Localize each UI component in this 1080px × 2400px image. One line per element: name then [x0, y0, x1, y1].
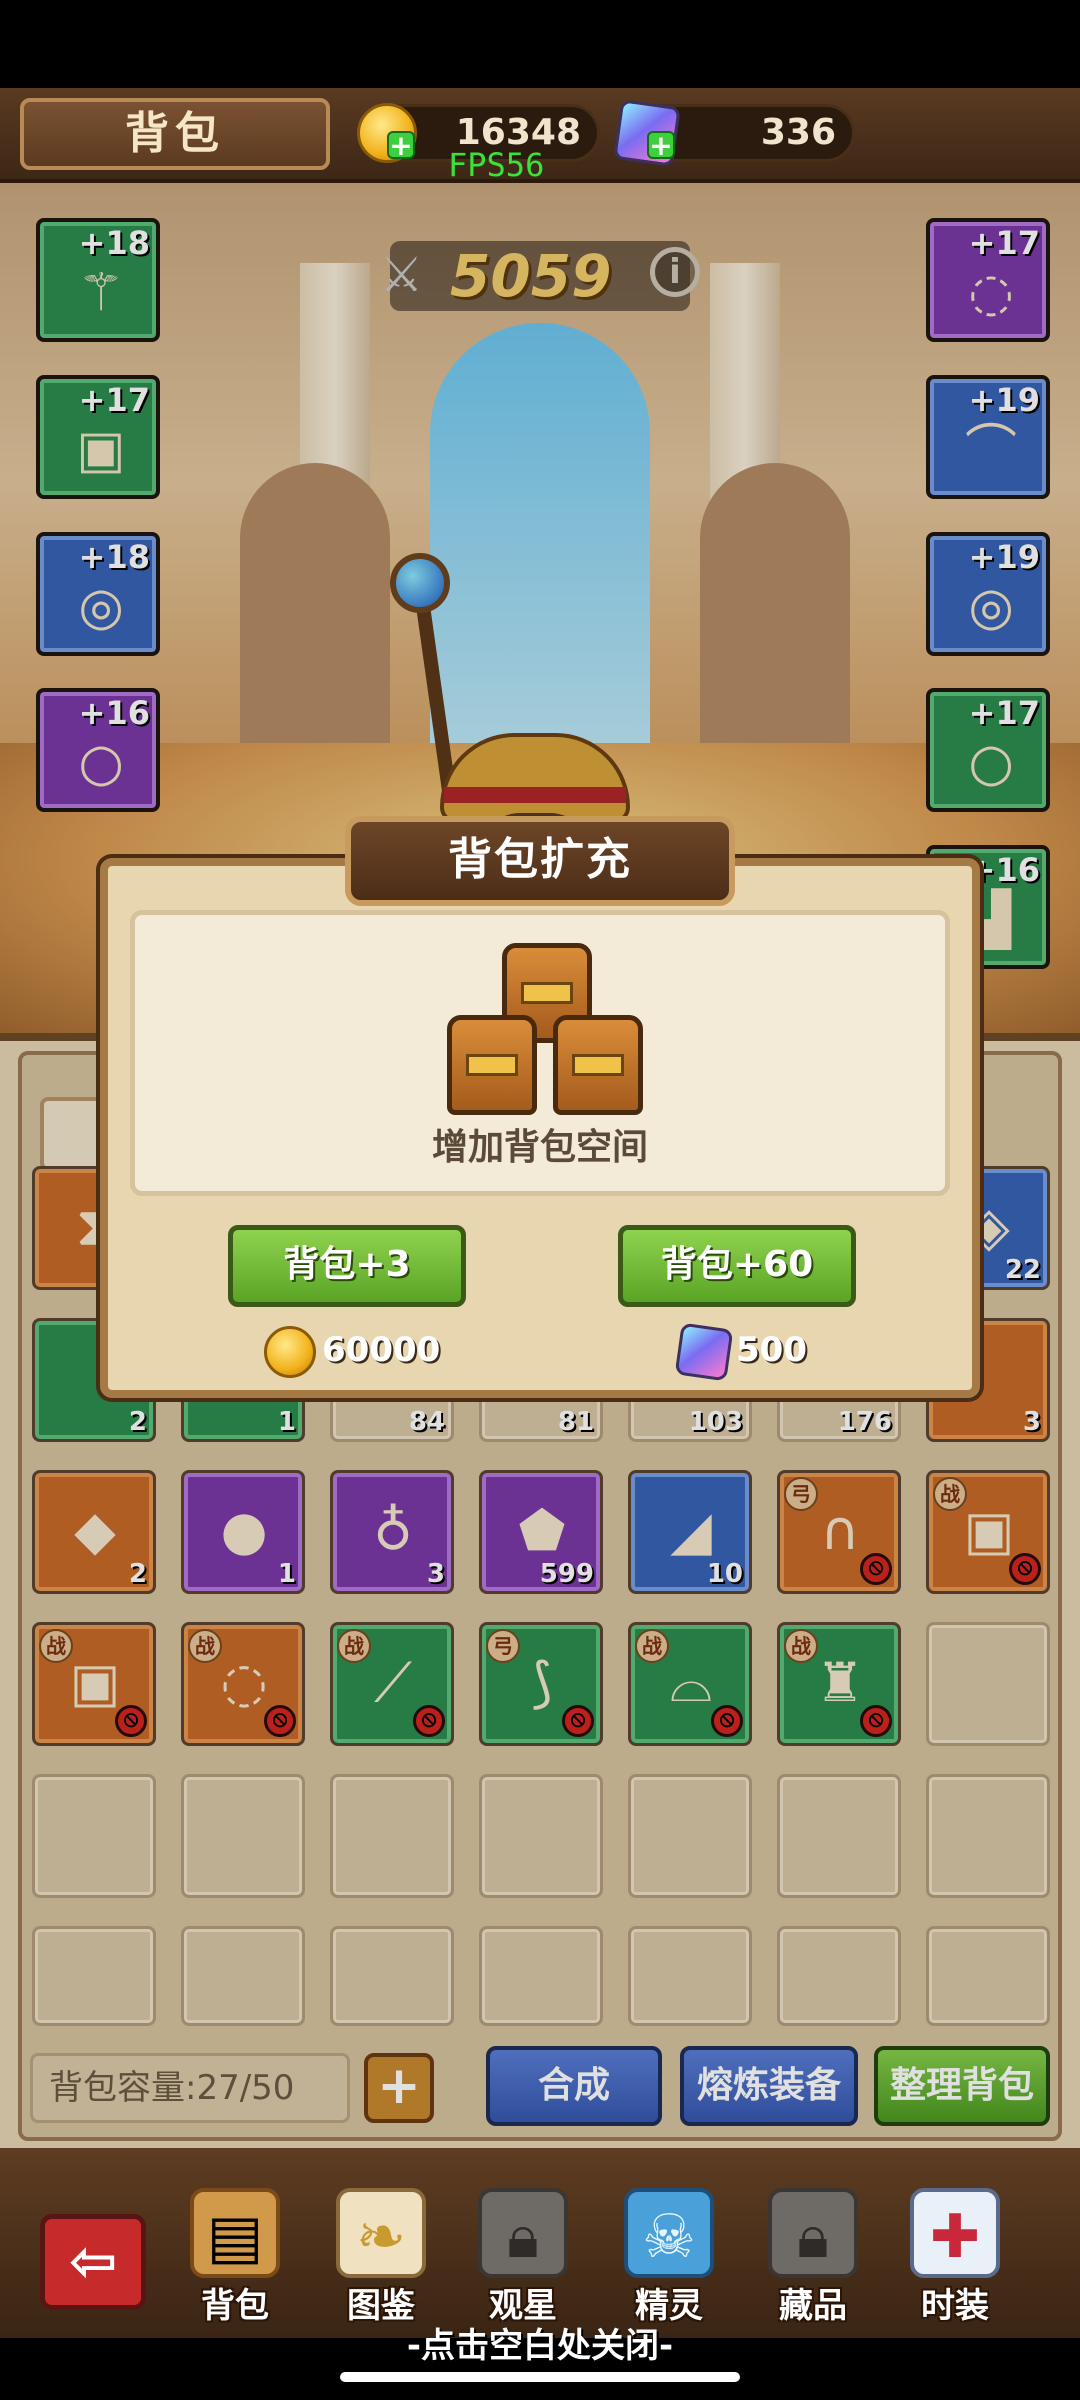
price-large: 500 — [674, 1320, 807, 1381]
chest-icon — [447, 1015, 537, 1115]
backpack-icon: ▤ — [190, 2188, 280, 2278]
dialog-title: 背包扩充 — [345, 816, 735, 906]
home-indicator[interactable] — [340, 2372, 740, 2382]
add-gem-icon[interactable]: + — [647, 131, 675, 160]
spirit-icon: ☠ — [624, 2188, 714, 2278]
gold-coin-icon — [264, 1325, 316, 1378]
expand-small-button[interactable]: 背包+3 — [228, 1225, 466, 1307]
chest-icon — [553, 1015, 643, 1115]
nav-item-stargaze[interactable]: 🔒︎ 观星 — [458, 2188, 588, 2328]
page-title: 背包 — [20, 98, 330, 170]
add-gold-icon[interactable]: + — [387, 131, 415, 160]
lock-icon: 🔒︎ — [478, 2188, 568, 2278]
nav-item-bag[interactable]: ▤ 背包 — [170, 2188, 300, 2328]
close-hint: -点击空白处关闭- — [406, 2326, 674, 2366]
price-small-value: 60000 — [322, 1330, 441, 1370]
nav-item-codex[interactable]: ❧ 图鉴 — [316, 2188, 446, 2328]
nav-item-collection[interactable]: 🔒︎ 藏品 — [748, 2188, 878, 2328]
expand-large-button[interactable]: 背包+60 — [618, 1225, 856, 1307]
exit-button[interactable]: ⇦ — [40, 2214, 146, 2310]
fps-counter: FPS56 — [448, 146, 545, 184]
gem-counter[interactable]: + 336 — [613, 99, 855, 167]
status-bar — [0, 0, 1080, 88]
price-large-value: 500 — [736, 1330, 807, 1370]
bottom-nav: ⇦ ▤ 背包 ❧ 图鉴 🔒︎ 观星 ☠ 精灵 🔒︎ 藏品 ✚ 时装 — [0, 2148, 1080, 2338]
costume-icon: ✚ — [910, 2188, 1000, 2278]
gem-amount: 336 — [760, 112, 836, 153]
nav-item-fashion[interactable]: ✚ 时装 — [890, 2188, 1020, 2328]
book-icon: ❧ — [336, 2188, 426, 2278]
nav-item-spirit[interactable]: ☠ 精灵 — [604, 2188, 734, 2328]
price-small: 60000 — [264, 1320, 440, 1380]
dialog-subtitle: 增加背包空间 — [431, 1127, 648, 1168]
lock-icon: 🔒︎ — [768, 2188, 858, 2278]
gem-icon — [674, 1322, 734, 1381]
